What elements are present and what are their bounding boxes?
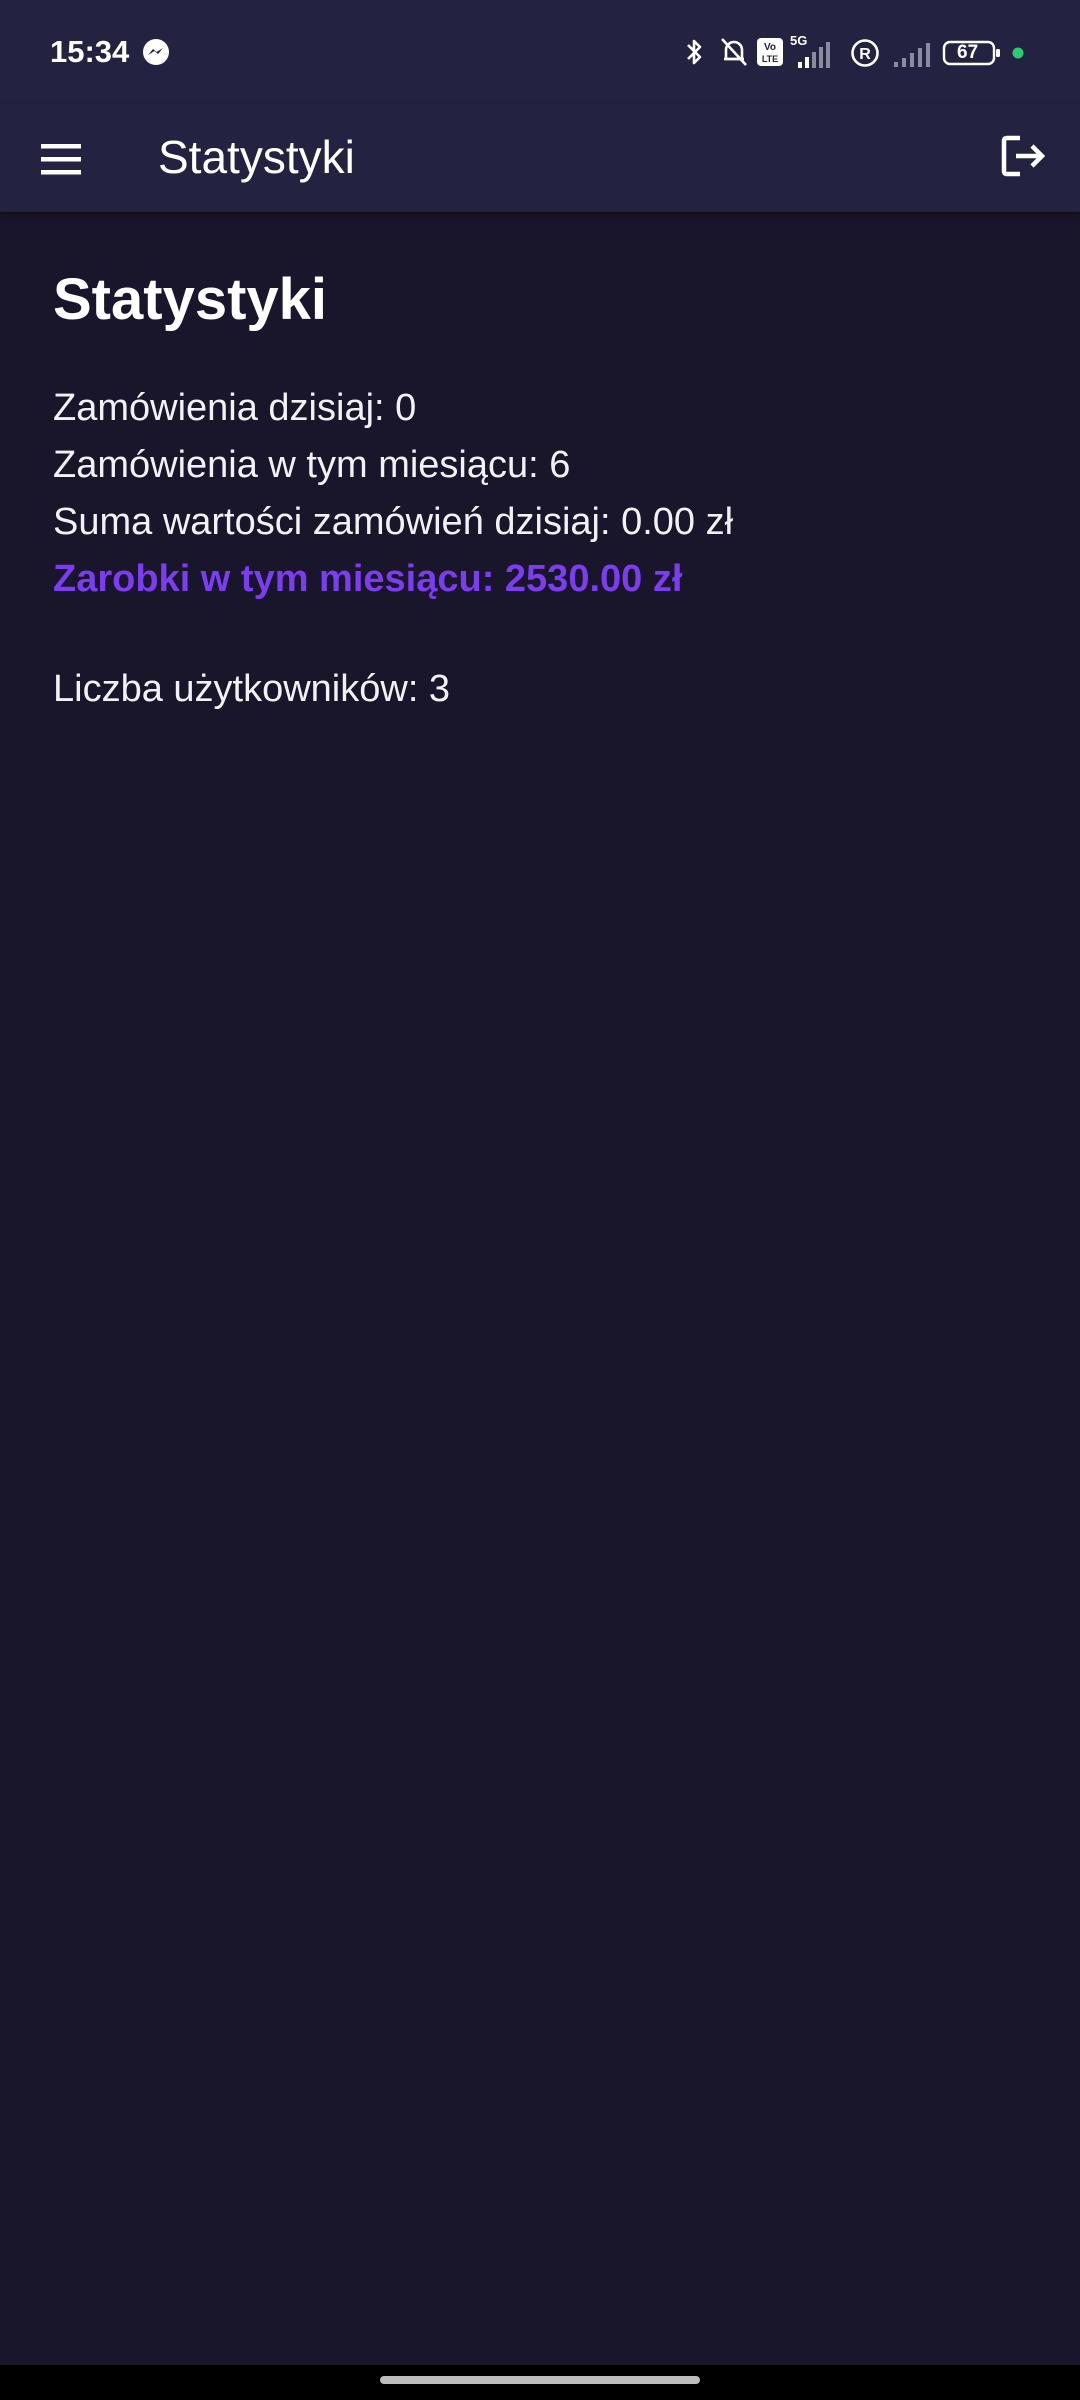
battery-level: 67 (957, 42, 979, 63)
logout-icon[interactable] (994, 126, 1054, 186)
svg-text:R: R (859, 46, 871, 63)
status-bar: 15:34 Vo LTE 5G R 67 (0, 0, 1080, 104)
svg-text:LTE: LTE (762, 54, 778, 64)
app-bar: Statystyki (0, 104, 1080, 212)
status-indicators: Vo LTE 5G R 67 (660, 30, 1080, 74)
signal-icon (894, 43, 930, 67)
page-title: Statystyki (53, 267, 328, 332)
menu-icon[interactable] (30, 128, 92, 190)
orders-this-month: Zamówienia w tym miesiącu: 6 (53, 444, 571, 486)
users-count: Liczba użytkowników: 3 (53, 668, 451, 710)
battery-dot (1012, 47, 1024, 59)
svg-text:5G: 5G (790, 33, 807, 48)
mute-icon (721, 38, 747, 66)
volte-icon: Vo LTE (757, 38, 783, 66)
bluetooth-icon (687, 39, 702, 65)
statistics-panel: Statystyki Zamówienia dzisiaj: 0 Zamówie… (53, 260, 1033, 718)
5g-signal-icon: 5G (790, 33, 830, 68)
roaming-icon: R (851, 39, 879, 67)
svg-text:Vo: Vo (764, 42, 776, 53)
navigation-bar (0, 2365, 1080, 2400)
gesture-handle[interactable] (380, 2376, 700, 2384)
messenger-icon (143, 39, 169, 65)
earnings-this-month: Zarobki w tym miesiącu: 2530.00 zł (53, 558, 683, 600)
status-time: 15:34 (50, 34, 130, 69)
sum-today: Suma wartości zamówień dzisiaj: 0.00 zł (53, 501, 734, 543)
orders-today: Zamówienia dzisiaj: 0 (53, 387, 417, 429)
app-bar-title: Statystyki (158, 131, 355, 183)
